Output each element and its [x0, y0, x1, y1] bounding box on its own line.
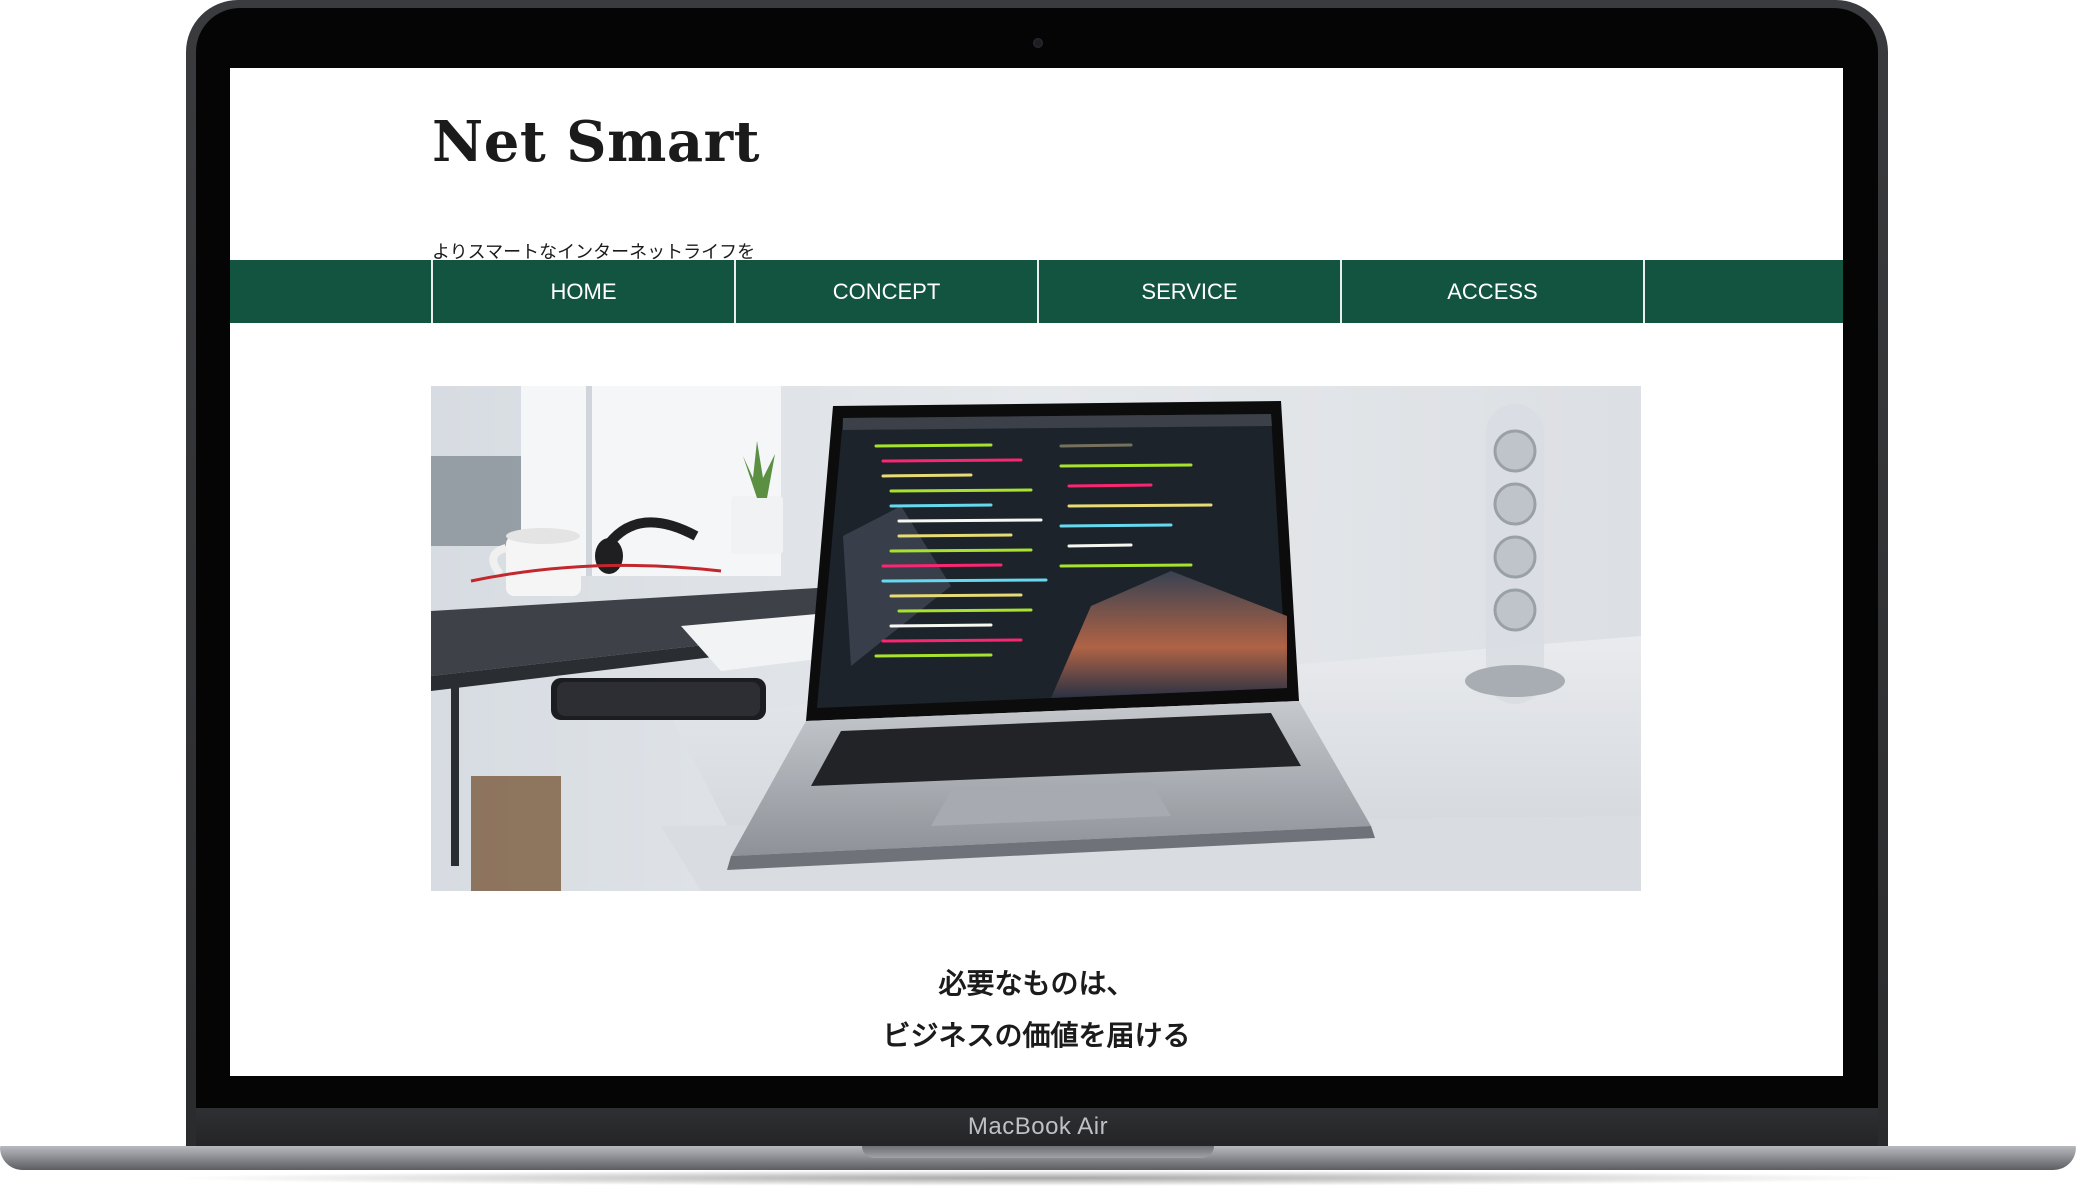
- headline-line-1: 必要なものは、: [938, 967, 1135, 1000]
- nav-item-home[interactable]: HOME: [433, 260, 736, 323]
- website-viewport: Net Smart よりスマートなインターネットライフを HOME CONCEP…: [230, 68, 1843, 1076]
- camera-icon: [1033, 38, 1043, 48]
- main-navigation: HOME CONCEPT SERVICE ACCESS: [230, 260, 1843, 323]
- nav-menu: HOME CONCEPT SERVICE ACCESS: [431, 260, 1645, 323]
- laptop-base-notch: [862, 1146, 1214, 1158]
- hero-image: [431, 386, 1641, 891]
- laptop-shadow: [160, 1170, 1916, 1186]
- headline-line-2: ビジネスの価値を届ける: [882, 1019, 1191, 1052]
- site-header: Net Smart よりスマートなインターネットライフを: [432, 110, 760, 263]
- device-label: MacBook Air: [967, 1113, 1109, 1140]
- laptop-on-desk-photo: [431, 386, 1641, 891]
- site-title[interactable]: Net Smart: [432, 110, 760, 175]
- nav-item-access[interactable]: ACCESS: [1342, 260, 1645, 323]
- headline: 必要なものは、 ビジネスの価値を届ける: [230, 958, 1843, 1062]
- nav-item-service[interactable]: SERVICE: [1039, 260, 1342, 323]
- nav-item-concept[interactable]: CONCEPT: [736, 260, 1039, 323]
